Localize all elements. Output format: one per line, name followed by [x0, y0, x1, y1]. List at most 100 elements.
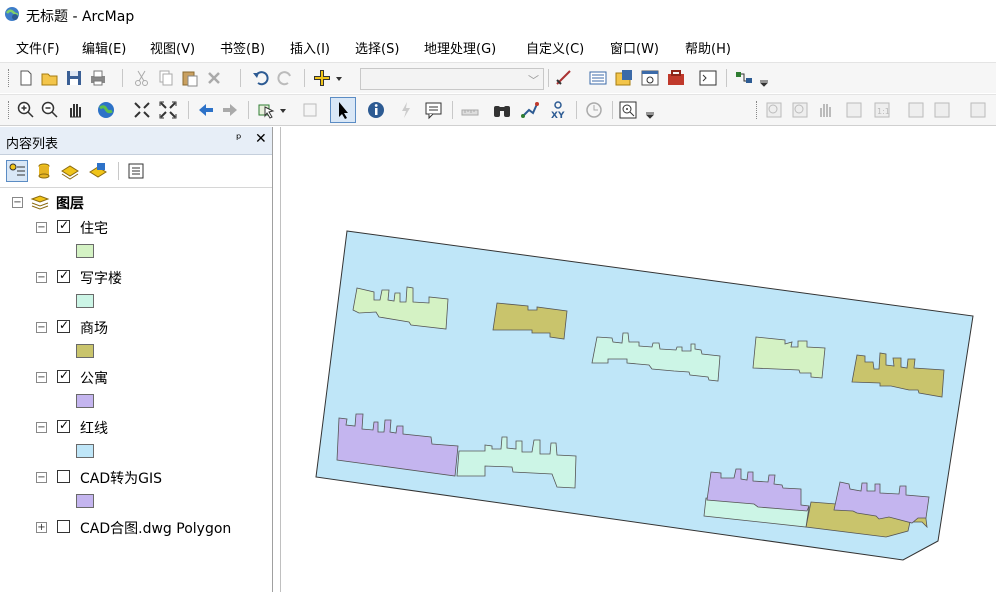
- paste-icon[interactable]: [180, 68, 200, 88]
- layer-symbol-swatch[interactable]: [76, 444, 94, 458]
- chevron-down-icon[interactable]: ﹀: [528, 72, 539, 88]
- map-display[interactable]: [280, 127, 996, 592]
- table-of-contents-icon[interactable]: [588, 68, 608, 88]
- layer-symbol-swatch[interactable]: [76, 294, 94, 308]
- collapse-icon[interactable]: −: [36, 222, 47, 233]
- layer-visibility-checkbox[interactable]: ✓: [57, 418, 70, 433]
- layer-visibility-checkbox[interactable]: [57, 470, 70, 483]
- close-icon[interactable]: ✕: [255, 131, 267, 147]
- menu-insert[interactable]: 插入(I): [290, 38, 330, 57]
- go-to-xy-icon[interactable]: XY: [548, 100, 568, 120]
- list-by-visibility-icon[interactable]: [60, 161, 80, 181]
- collapse-icon[interactable]: −: [36, 422, 47, 433]
- back-page-extent-icon[interactable]: [968, 100, 988, 120]
- layer-symbol-swatch[interactable]: [76, 344, 94, 358]
- zoom-in-icon[interactable]: [16, 100, 36, 120]
- zoom-100-percent-icon[interactable]: 1:1: [872, 100, 892, 120]
- find-icon[interactable]: [492, 100, 512, 120]
- menu-help[interactable]: 帮助(H): [685, 38, 731, 57]
- search-window-icon[interactable]: [640, 68, 660, 88]
- arctoolbox-icon[interactable]: [666, 68, 686, 88]
- fixed-zoom-in-layout-icon[interactable]: [906, 100, 926, 120]
- pan-icon[interactable]: [66, 100, 86, 120]
- add-data-icon[interactable]: [312, 68, 332, 88]
- select-dropdown-icon[interactable]: [278, 100, 290, 120]
- select-features-icon[interactable]: [256, 100, 276, 120]
- collapse-icon[interactable]: −: [12, 197, 23, 208]
- layer-row[interactable]: − CAD转为GIS: [0, 467, 272, 489]
- menu-windows[interactable]: 窗口(W): [610, 38, 659, 57]
- layer-visibility-checkbox[interactable]: [57, 520, 70, 533]
- toolbar-grip[interactable]: [8, 69, 12, 87]
- collapse-icon[interactable]: −: [36, 322, 47, 333]
- layer-row[interactable]: + CAD合图.dwg Polygon: [0, 517, 272, 539]
- new-document-icon[interactable]: [16, 68, 36, 88]
- toolbar-grip[interactable]: [8, 101, 12, 119]
- menu-edit[interactable]: 编辑(E): [82, 38, 126, 57]
- layer-visibility-checkbox[interactable]: ✓: [57, 268, 70, 283]
- menu-selection[interactable]: 选择(S): [355, 38, 399, 57]
- list-by-drawing-order-icon[interactable]: [6, 160, 28, 182]
- menu-bookmarks[interactable]: 书签(B): [220, 38, 265, 57]
- select-elements-arrow-icon[interactable]: [330, 97, 356, 123]
- layout-pan-icon[interactable]: [816, 100, 836, 120]
- layer-symbol-swatch[interactable]: [76, 494, 94, 508]
- pin-icon[interactable]: ᵖ: [236, 132, 242, 147]
- menu-file[interactable]: 文件(F): [16, 38, 60, 57]
- layer-group-row[interactable]: − 图层: [0, 192, 272, 214]
- layer-visibility-checkbox[interactable]: ✓: [57, 218, 70, 233]
- layer-visibility-checkbox[interactable]: ✓: [57, 368, 70, 383]
- menu-customize[interactable]: 自定义(C): [526, 38, 584, 57]
- forward-extent-icon[interactable]: [220, 100, 240, 120]
- layer-row[interactable]: − ✓ 红线: [0, 417, 272, 439]
- layer-row[interactable]: − ✓ 写字楼: [0, 267, 272, 289]
- html-popup-icon[interactable]: [424, 100, 444, 120]
- full-extent-icon[interactable]: [96, 100, 116, 120]
- toolbar-options-icon[interactable]: [644, 100, 656, 120]
- time-slider-icon[interactable]: [584, 100, 604, 120]
- zoom-whole-page-icon[interactable]: [844, 100, 864, 120]
- layout-zoom-out-icon[interactable]: [790, 100, 810, 120]
- layer-symbol-swatch[interactable]: [76, 394, 94, 408]
- clear-selection-icon[interactable]: [300, 100, 320, 120]
- toolbar-grip[interactable]: [756, 101, 760, 119]
- layer-row[interactable]: − ✓ 商场: [0, 317, 272, 339]
- layer-row[interactable]: − ✓ 公寓: [0, 367, 272, 389]
- menu-geoprocessing[interactable]: 地理处理(G): [424, 38, 496, 57]
- python-window-icon[interactable]: [698, 68, 718, 88]
- toc-options-icon[interactable]: [126, 161, 146, 181]
- expand-icon[interactable]: +: [36, 522, 47, 533]
- layer-symbol-swatch[interactable]: [76, 244, 94, 258]
- fixed-zoom-out-icon[interactable]: [158, 100, 178, 120]
- layer-visibility-checkbox[interactable]: ✓: [57, 318, 70, 333]
- back-extent-icon[interactable]: [196, 100, 216, 120]
- list-by-source-icon[interactable]: [34, 161, 54, 181]
- add-data-dropdown-icon[interactable]: [334, 68, 346, 88]
- modelbuilder-icon[interactable]: [734, 68, 754, 88]
- fixed-zoom-in-icon[interactable]: [132, 100, 152, 120]
- layout-zoom-in-icon[interactable]: [764, 100, 784, 120]
- undo-icon[interactable]: [250, 68, 270, 88]
- redo-icon[interactable]: [276, 68, 296, 88]
- save-icon[interactable]: [64, 68, 84, 88]
- layer-row[interactable]: − ✓ 住宅: [0, 217, 272, 239]
- copy-icon[interactable]: [156, 68, 176, 88]
- identify-icon[interactable]: [366, 100, 386, 120]
- delete-icon[interactable]: [204, 68, 224, 88]
- open-folder-icon[interactable]: [40, 68, 60, 88]
- zoom-out-icon[interactable]: [40, 100, 60, 120]
- toolbar-options-icon[interactable]: [758, 68, 770, 88]
- hyperlink-icon[interactable]: [396, 100, 416, 120]
- menu-view[interactable]: 视图(V): [150, 38, 195, 57]
- measure-icon[interactable]: [460, 100, 480, 120]
- fixed-zoom-out-layout-icon[interactable]: [932, 100, 952, 120]
- catalog-icon[interactable]: [614, 68, 634, 88]
- print-icon[interactable]: [88, 68, 108, 88]
- collapse-icon[interactable]: −: [36, 272, 47, 283]
- editor-toolbar-icon[interactable]: [554, 68, 574, 88]
- cut-icon[interactable]: [132, 68, 152, 88]
- magnifier-window-icon[interactable]: [618, 100, 638, 120]
- list-by-selection-icon[interactable]: [88, 161, 108, 181]
- collapse-icon[interactable]: −: [36, 372, 47, 383]
- find-route-icon[interactable]: [520, 100, 540, 120]
